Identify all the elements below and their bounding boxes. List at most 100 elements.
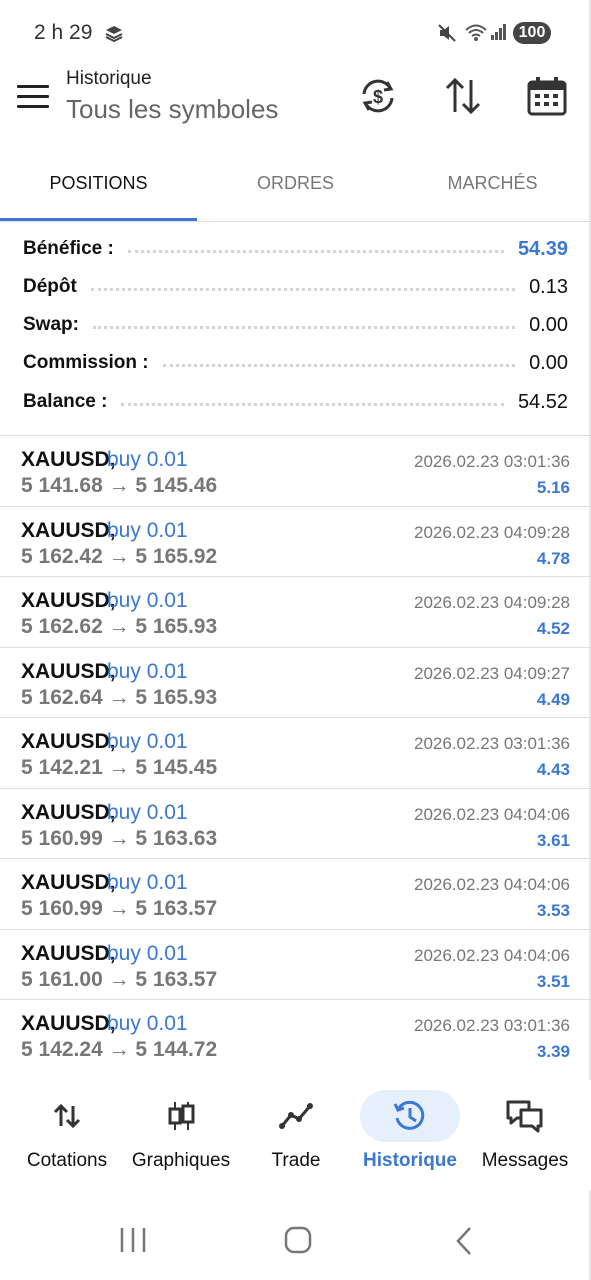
summary-value: 54.39 <box>517 237 568 260</box>
nav-trade[interactable]: Trade <box>246 1080 346 1190</box>
sort-icon[interactable] <box>441 74 485 118</box>
deal-time: 2026.02.23 03:01:36 <box>414 452 570 471</box>
deal-row[interactable]: XAUUSD, buy 0.01 5 142.21 → 5 145.45 202… <box>0 718 591 789</box>
messages-icon <box>475 1090 575 1142</box>
deal-time: 2026.02.23 04:04:06 <box>414 875 570 894</box>
deal-symbol: XAUUSD, <box>21 589 116 612</box>
deal-symbol: XAUUSD, <box>21 1012 116 1035</box>
home-icon[interactable] <box>284 1226 312 1259</box>
symbol-filter[interactable]: Tous les symboles <box>66 94 278 125</box>
deal-row[interactable]: XAUUSD, buy 0.01 5 160.99 → 5 163.63 202… <box>0 789 591 859</box>
deal-row[interactable]: XAUUSD, buy 0.01 5 141.68 → 5 145.46 202… <box>0 436 591 507</box>
summary-value: 0.00 <box>529 351 568 374</box>
deal-symbol: XAUUSD, <box>21 941 116 965</box>
deal-time: 2026.02.23 04:04:06 <box>414 945 570 965</box>
bottom-nav: Cotations Graphiques Trade Historique Me… <box>0 1080 591 1190</box>
summary-label: Dépôt <box>23 276 77 297</box>
deal-profit: 4.52 <box>536 619 570 638</box>
signal-icon <box>490 23 508 46</box>
deal-time: 2026.02.23 04:09:28 <box>414 593 570 612</box>
deal-time: 2026.02.23 04:09:28 <box>414 522 570 542</box>
deal-time: 2026.02.23 04:04:06 <box>414 804 570 824</box>
svg-text:$: $ <box>373 87 383 107</box>
summary-label: Swap: <box>23 314 79 335</box>
deal-prices: 5 161.00 → 5 163.57 <box>21 967 218 991</box>
battery-icon: 100 <box>513 22 551 44</box>
deal-symbol: XAUUSD, <box>21 730 116 753</box>
deal-prices: 5 160.99 → 5 163.57 <box>21 897 218 920</box>
deal-symbol: XAUUSD, <box>21 800 116 824</box>
summary-label: Commission : <box>23 352 149 373</box>
deal-profit: 3.61 <box>536 830 570 850</box>
summary-row-balance: Balance : 54.52 <box>23 383 568 421</box>
dotted-leader <box>90 287 516 291</box>
deal-symbol: XAUUSD, <box>21 448 116 471</box>
tab-positions[interactable]: POSITIONS <box>0 156 197 222</box>
nav-graphiques[interactable]: Graphiques <box>124 1080 238 1190</box>
deal-prices: 5 162.62 → 5 165.93 <box>21 615 218 638</box>
title-block: Historique Tous les symboles <box>66 68 278 125</box>
calendar-icon[interactable] <box>525 74 569 118</box>
deal-side: buy 0.01 <box>107 730 188 753</box>
deals-list: XAUUSD, buy 0.01 5 141.68 → 5 145.46 202… <box>0 436 591 1071</box>
deal-time: 2026.02.23 03:01:36 <box>414 1016 570 1035</box>
stack-notification-icon <box>103 22 125 49</box>
deal-symbol: XAUUSD, <box>21 659 116 683</box>
tab-bar: POSITIONS ORDRES MARCHÉS <box>0 156 591 222</box>
deal-profit: 3.51 <box>536 971 570 991</box>
deal-side: buy 0.01 <box>107 448 188 471</box>
deal-prices: 5 142.24 → 5 144.72 <box>21 1038 218 1061</box>
tab-ordres[interactable]: ORDRES <box>197 156 394 222</box>
summary-row-deposit: Dépôt 0.13 <box>23 268 568 306</box>
deal-row[interactable]: XAUUSD, buy 0.01 5 162.62 → 5 165.93 202… <box>0 577 591 648</box>
nav-historique[interactable]: Historique <box>358 1080 462 1190</box>
deal-row[interactable]: XAUUSD, buy 0.01 5 160.99 → 5 163.57 202… <box>0 859 591 930</box>
deal-symbol: XAUUSD, <box>21 518 116 542</box>
deal-profit: 4.43 <box>536 760 570 779</box>
deal-profit: 5.16 <box>536 478 570 497</box>
nav-messages[interactable]: Messages <box>472 1080 578 1190</box>
nav-label: Trade <box>271 1150 321 1171</box>
status-time: 2 h 29 <box>34 21 93 44</box>
nav-label: Historique <box>363 1150 457 1171</box>
tab-marches[interactable]: MARCHÉS <box>394 156 591 222</box>
dotted-leader <box>162 363 516 367</box>
deal-row[interactable]: XAUUSD, buy 0.01 5 162.42 → 5 165.92 202… <box>0 507 591 577</box>
deal-prices: 5 162.42 → 5 165.92 <box>21 544 218 568</box>
deal-side: buy 0.01 <box>107 518 188 542</box>
deal-prices: 5 160.99 → 5 163.63 <box>21 826 218 850</box>
back-icon[interactable] <box>452 1226 476 1261</box>
deal-row[interactable]: XAUUSD, buy 0.01 5 142.24 → 5 144.72 202… <box>0 1000 591 1071</box>
summary-row-swap: Swap: 0.00 <box>23 306 568 344</box>
system-nav-bar <box>0 1200 591 1280</box>
mute-icon <box>436 22 458 49</box>
active-tab-indicator <box>0 218 197 221</box>
deal-row[interactable]: XAUUSD, buy 0.01 5 161.00 → 5 163.57 202… <box>0 930 591 1000</box>
summary-row-commission: Commission : 0.00 <box>23 344 568 382</box>
deal-side: buy 0.01 <box>107 659 188 683</box>
deal-side: buy 0.01 <box>107 941 188 965</box>
deal-profit: 3.39 <box>536 1042 570 1061</box>
dotted-leader <box>92 325 516 329</box>
deal-profit: 4.49 <box>536 689 570 709</box>
deal-prices: 5 142.21 → 5 145.45 <box>21 756 218 779</box>
summary-value: 0.00 <box>529 313 568 336</box>
nav-cotations[interactable]: Cotations <box>12 1080 122 1190</box>
status-bar: 2 h 29 100 <box>0 0 591 64</box>
recents-icon[interactable] <box>118 1226 148 1259</box>
nav-label: Cotations <box>26 1150 108 1171</box>
menu-icon[interactable] <box>17 85 49 109</box>
currency-sync-icon[interactable]: $ <box>356 74 400 118</box>
nav-label: Messages <box>481 1150 569 1171</box>
quotes-arrows-icon <box>17 1090 117 1142</box>
deal-profit: 3.53 <box>536 901 570 920</box>
summary-value: 54.52 <box>517 390 568 413</box>
wifi-icon <box>464 21 488 48</box>
deal-side: buy 0.01 <box>107 589 188 612</box>
deal-side: buy 0.01 <box>107 1012 188 1035</box>
summary-row-profit: Bénéfice : 54.39 <box>23 230 568 268</box>
deal-row[interactable]: XAUUSD, buy 0.01 5 162.64 → 5 165.93 202… <box>0 648 591 718</box>
deal-time: 2026.02.23 03:01:36 <box>414 734 570 753</box>
deal-prices: 5 141.68 → 5 145.46 <box>21 474 218 497</box>
deal-symbol: XAUUSD, <box>21 871 116 894</box>
